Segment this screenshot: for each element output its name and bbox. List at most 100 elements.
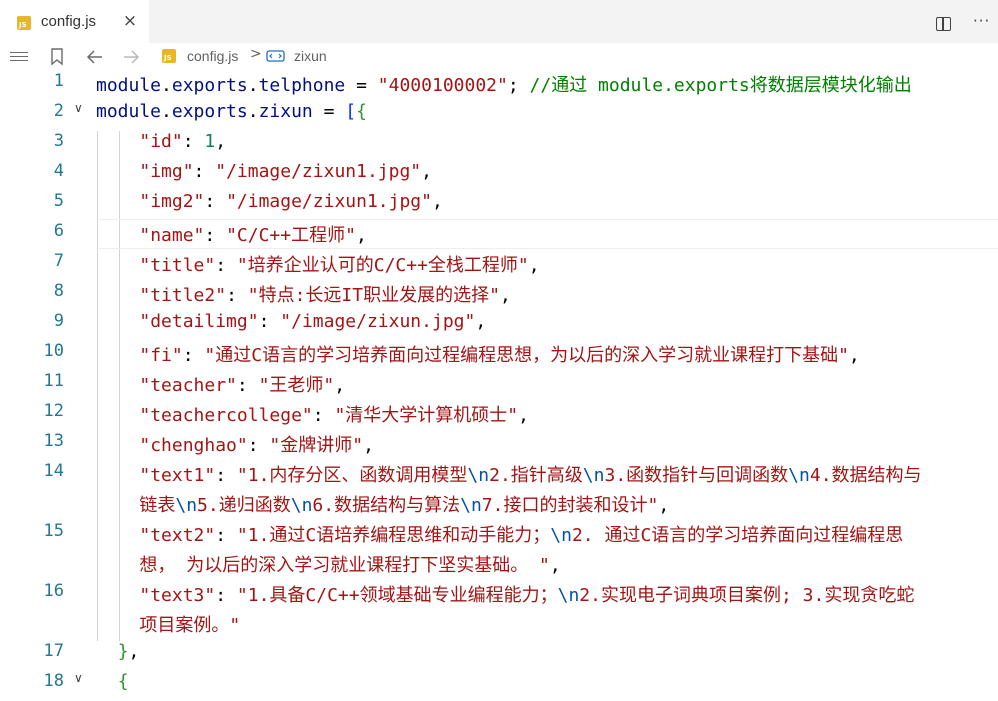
code-token: "4000100002" (377, 75, 508, 96)
code-token: 链表 (139, 495, 176, 516)
code-token: "清华大学计算机硕士" (334, 405, 519, 426)
code-text: "text2": "1.通过C语培养编程思维和动手能力；\n2. 通过C语言的学… (96, 521, 903, 551)
tab-config-js[interactable]: JS config.js × (0, 0, 150, 43)
code-token: "title" (139, 255, 216, 276)
code-text: "id": 1, (96, 131, 226, 161)
code-token: "title2" (139, 285, 227, 306)
line-number: 15 (43, 521, 64, 541)
more-actions-icon[interactable]: ··· (973, 12, 990, 30)
code-token: 2.指针高级 (489, 465, 583, 486)
code-token: "text2" (139, 525, 216, 546)
code-token: : (193, 161, 216, 182)
code-token: : (182, 345, 205, 366)
back-arrow-icon[interactable] (86, 43, 104, 71)
code-token: "C/C++工程师" (226, 225, 356, 246)
fold-chevron-icon[interactable]: ∨ (74, 101, 88, 131)
breadcrumb-symbol[interactable]: zixun (294, 48, 327, 64)
code-text-wrapped: 想， 为以后的深入学习就业课程打下坚实基础。 ", (96, 551, 561, 581)
code-token: : (204, 225, 227, 246)
code-line[interactable]: 13 "chenghao": "金牌讲师", (0, 431, 998, 461)
code-line[interactable]: 12 "teachercollege": "清华大学计算机硕士", (0, 401, 998, 431)
code-token: : (215, 465, 237, 486)
code-line[interactable]: 2 ∨ module.exports.zixun = [{ (0, 101, 998, 131)
code-token: exports (171, 101, 248, 122)
code-token: { (356, 101, 367, 122)
code-line[interactable]: 18 ∨ { (0, 671, 998, 701)
split-editor-icon[interactable] (936, 17, 951, 31)
line-number: 9 (53, 311, 64, 331)
line-number: 4 (53, 161, 64, 181)
code-token: "img2" (139, 191, 205, 212)
close-icon[interactable]: × (121, 12, 139, 30)
code-line[interactable]: 4 "img": "/image/zixun1.jpg", (0, 161, 998, 191)
line-number: 11 (43, 371, 64, 391)
code-line[interactable]: 7 "title": "培养企业认可的C/C++全栈工程师", (0, 251, 998, 281)
forward-arrow-icon[interactable] (122, 43, 140, 71)
code-token: "text1" (139, 465, 216, 486)
code-line[interactable]: 11 "teacher": "王老师", (0, 371, 998, 401)
code-token: : (182, 131, 205, 152)
fold-chevron-icon[interactable]: ∨ (74, 671, 88, 701)
code-token: exports (171, 75, 248, 96)
code-token: : (312, 405, 335, 426)
code-token: : (236, 375, 259, 396)
code-token: "通过C语言的学习培养面向过程编程思想，为以后的深入学习就业课程打下基础" (204, 345, 849, 366)
code-token: \n (582, 465, 605, 486)
code-token: "1.具备C/C++领域基础专业编程能力； (236, 585, 558, 606)
line-number: 5 (53, 191, 64, 211)
code-text: "fi": "通过C语言的学习培养面向过程编程思想，为以后的深入学习就业课程打下… (96, 341, 860, 371)
code-token: "培养企业认可的C/C++全栈工程师" (236, 255, 529, 276)
bookmark-icon[interactable] (50, 43, 64, 71)
code-text-wrapped: 链表\n5.递归函数\n6.数据结构与算法\n7.接口的封装和设计", (96, 491, 669, 521)
code-editor[interactable]: 1 module.exports.telphone = "4000100002";… (0, 71, 998, 692)
code-token: 6.数据结构与算法 (312, 495, 461, 516)
code-text: "detailimg": "/image/zixun.jpg", (96, 311, 486, 341)
js-file-icon: JS (17, 16, 31, 30)
line-number: 3 (53, 131, 64, 151)
code-line[interactable]: 3 "id": 1, (0, 131, 998, 161)
code-text: module.exports.telphone = "4000100002"; … (96, 71, 912, 101)
code-token: , (499, 285, 511, 306)
breadcrumb-file[interactable]: config.js (187, 48, 238, 64)
code-text: module.exports.zixun = [{ (96, 101, 367, 131)
code-line[interactable]: 1 module.exports.telphone = "4000100002";… (0, 71, 998, 101)
code-line[interactable]: 9 "detailimg": "/image/zixun.jpg", (0, 311, 998, 341)
line-number: 1 (53, 71, 64, 91)
code-token: , (658, 495, 670, 516)
code-token: 4.数据结构与 (809, 465, 922, 486)
code-token: "1.通过C语培养编程思维和动手能力； (236, 525, 551, 546)
outline-list-icon[interactable] (10, 43, 30, 71)
code-line[interactable]: 17 }, (0, 641, 998, 671)
code-token: : (215, 585, 237, 606)
code-token: , (549, 555, 561, 576)
code-text: "img": "/image/zixun1.jpg", (96, 161, 432, 191)
code-token: \n (175, 495, 198, 516)
code-line[interactable]: 16 "text3": "1.具备C/C++领域基础专业编程能力；\n2.实现电… (0, 581, 998, 641)
code-line[interactable]: 15 "text2": "1.通过C语培养编程思维和动手能力；\n2. 通过C语… (0, 521, 998, 581)
code-line[interactable]: 14 "text1": "1.内存分区、函数调用模型\n2.指针高级\n3.函数… (0, 461, 998, 521)
code-line[interactable]: 6 "name": "C/C++工程师", (0, 221, 998, 251)
code-text: }, (96, 641, 140, 671)
code-text: "title": "培养企业认可的C/C++全栈工程师", (96, 251, 539, 281)
code-line[interactable]: 5 "img2": "/image/zixun1.jpg", (0, 191, 998, 221)
code-line[interactable]: 10 "fi": "通过C语言的学习培养面向过程编程思想，为以后的深入学习就业课… (0, 341, 998, 371)
code-token: [ (345, 101, 357, 122)
code-token: 1 (204, 131, 216, 152)
line-number: 16 (43, 581, 64, 601)
code-token: , (848, 345, 860, 366)
code-token: : (204, 191, 227, 212)
code-token: . (161, 101, 172, 122)
tab-title: config.js (41, 13, 97, 30)
code-line[interactable]: 8 "title2": "特点:长远IT职业发展的选择", (0, 281, 998, 311)
code-token: , (355, 225, 367, 246)
